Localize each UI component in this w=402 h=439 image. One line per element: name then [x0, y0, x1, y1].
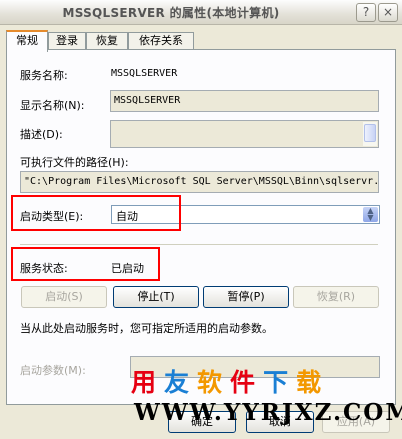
service-name-label: 服务名称:: [20, 69, 68, 82]
tab-general[interactable]: 常规: [6, 30, 48, 52]
help-icon: ?: [362, 5, 370, 19]
pause-button[interactable]: 暂停(P): [203, 286, 289, 308]
status-highlight: [11, 247, 160, 281]
chevron-down-icon[interactable]: ▲ ▼: [363, 207, 378, 222]
window-title: MSSQLSERVER 的属性(本地计算机): [62, 6, 280, 20]
start-params-label: 启动参数(M):: [20, 364, 86, 377]
watermark-char: 用: [131, 368, 165, 397]
divider: [20, 244, 378, 245]
properties-dialog: MSSQLSERVER 的属性(本地计算机) ? × 常规 登录 恢复 依存关系…: [0, 0, 402, 439]
stop-button[interactable]: 停止(T): [113, 286, 199, 308]
watermark-char: 下: [263, 368, 297, 397]
path-label: 可执行文件的路径(H):: [20, 156, 129, 169]
general-panel: 服务名称: MSSQLSERVER 显示名称(N): MSSQLSERVER 描…: [6, 49, 396, 405]
close-icon: ×: [382, 5, 394, 19]
display-name-label: 显示名称(N):: [20, 99, 85, 112]
help-button[interactable]: ?: [356, 3, 376, 22]
close-button[interactable]: ×: [378, 3, 398, 22]
description-field[interactable]: [110, 120, 379, 148]
tab-recovery[interactable]: 恢复: [86, 32, 128, 50]
start-button[interactable]: 启动(S): [21, 286, 107, 308]
watermark-char: 载: [296, 368, 330, 397]
watermark-char: 件: [230, 368, 264, 397]
description-scrollbar[interactable]: [363, 122, 377, 146]
watermark-cn-text: 用友软件下载: [131, 363, 329, 399]
description-label: 描述(D):: [20, 128, 63, 141]
display-name-value: MSSQLSERVER: [114, 95, 181, 106]
watermark-url-text: WWW.YYRJXZ.COM: [134, 399, 402, 426]
path-value: "C:\Program Files\Microsoft SQL Server\M…: [24, 176, 379, 187]
start-params-hint: 当从此处启动服务时，您可指定所适用的启动参数。: [20, 322, 273, 335]
watermark-char: 软: [197, 368, 231, 397]
title-bar: MSSQLSERVER 的属性(本地计算机) ? ×: [0, 0, 402, 25]
display-name-field[interactable]: MSSQLSERVER: [110, 90, 379, 112]
tab-logon[interactable]: 登录: [48, 32, 86, 50]
tab-dependencies[interactable]: 依存关系: [128, 32, 194, 50]
scroll-thumb[interactable]: [364, 124, 376, 142]
startup-type-highlight: [11, 195, 181, 231]
service-name-value: MSSQLSERVER: [111, 68, 178, 79]
watermark-char: 友: [164, 368, 198, 397]
path-field[interactable]: "C:\Program Files\Microsoft SQL Server\M…: [20, 171, 379, 193]
resume-button[interactable]: 恢复(R): [293, 286, 379, 308]
